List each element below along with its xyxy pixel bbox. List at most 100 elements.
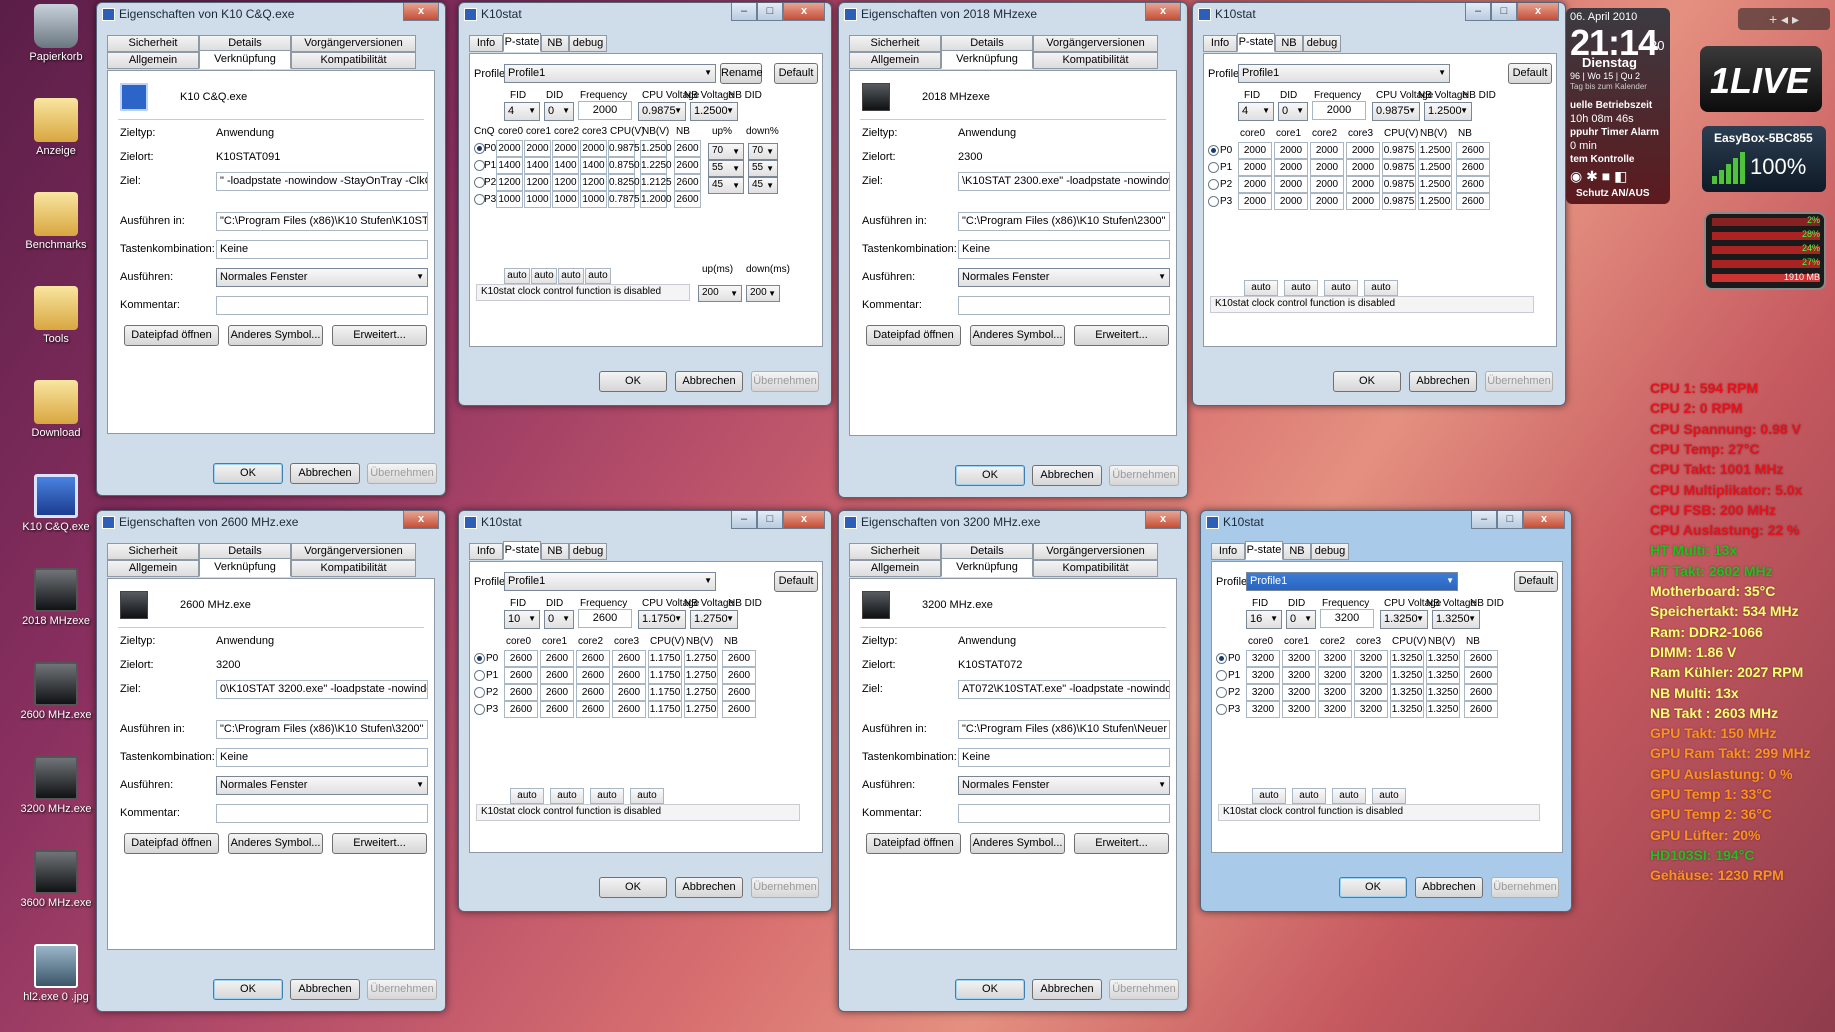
props4-cancel-button[interactable]: Abbrechen [1032,979,1102,1000]
k2-pstate-radio-1[interactable] [1208,162,1219,173]
desktop-icon-2600-mhz-shortcut[interactable]: 2600 MHz.exe [10,662,102,721]
k4-cell-2-6[interactable]: 2600 [1464,684,1498,701]
props1-cancel-button[interactable]: Abbrechen [290,463,360,484]
k4-cell-1-0[interactable]: 3200 [1246,667,1280,684]
k3-cell-1-1[interactable]: 2600 [540,667,574,684]
k1-close-icon[interactable]: x [783,3,825,21]
k4-cell-1-1[interactable]: 3200 [1282,667,1316,684]
k4-cell-1-2[interactable]: 3200 [1318,667,1352,684]
k3-pstate-radio-3[interactable] [474,704,485,715]
k3-cell-1-3[interactable]: 2600 [612,667,646,684]
props1-tab-sicherheit[interactable]: Sicherheit [107,35,199,52]
props3-change-icon-button[interactable]: Anderes Symbol... [228,833,323,854]
k2-cell-3-4[interactable]: 0.9875 [1382,193,1416,210]
k1-cell-0-6[interactable]: 2600 [674,140,701,157]
k3-cell-2-2[interactable]: 2600 [576,684,610,701]
props1-tab-allgemein[interactable]: Allgemein [107,52,199,69]
k4-ok-button[interactable]: OK [1339,877,1407,898]
k1-auto-button-1[interactable]: auto [531,268,557,284]
desktop-icon-hl2-jpg-file[interactable]: hl2.exe 0 .jpg [10,944,102,1003]
k4-did-select[interactable]: 0 [1286,610,1316,629]
props4-open-path-button[interactable]: Dateipfad öffnen [866,833,961,854]
k1-cell-0-4[interactable]: 0.9875 [608,140,640,157]
k2-cell-2-3[interactable]: 2000 [1346,176,1380,193]
k4-fid-select[interactable]: 16 [1246,610,1282,629]
k3-cell-1-5[interactable]: 1.2750 [684,667,718,684]
k4-pstate-radio-0[interactable] [1216,653,1227,664]
props3-tab-allgemein[interactable]: Allgemein [107,560,199,577]
props2-titlebar[interactable]: Eigenschaften von 2018 MHzexe [839,3,1187,27]
k3-pstate-radio-1[interactable] [474,670,485,681]
props2-close-icon[interactable]: x [1145,3,1181,21]
k3-cell-1-0[interactable]: 2600 [504,667,538,684]
props4-advanced-button[interactable]: Erweitert... [1074,833,1169,854]
k4-tab-nb[interactable]: NB [1283,543,1311,560]
props2-advanced-button[interactable]: Erweitert... [1074,325,1169,346]
props3-open-path-button[interactable]: Dateipfad öffnen [124,833,219,854]
k4-cell-3-2[interactable]: 3200 [1318,701,1352,718]
props1-run-select[interactable]: Normales Fenster [216,268,428,287]
k1-default-button[interactable]: Default [774,63,818,84]
k3-cell-2-1[interactable]: 2600 [540,684,574,701]
k3-cell-2-6[interactable]: 2600 [722,684,756,701]
k2-cell-1-0[interactable]: 2000 [1238,159,1272,176]
k1-tab-debug[interactable]: debug [569,35,607,52]
k1-cell-1-3[interactable]: 1400 [580,157,607,174]
cpu-meter-gadget[interactable]: 2% 28% 24% 27% 1910 MB [1704,212,1826,290]
props4-ok-button[interactable]: OK [955,979,1025,1000]
k1-minimize-icon[interactable]: – [731,3,757,21]
k2-cell-3-2[interactable]: 2000 [1310,193,1344,210]
props3-tab-sicherheit[interactable]: Sicherheit [107,543,199,560]
k4-auto-button-0[interactable]: auto [1252,788,1286,804]
k4-cell-1-5[interactable]: 1.3250 [1426,667,1460,684]
clock-protect[interactable]: Schutz AN/AUS [1576,188,1650,199]
k2-cell-2-5[interactable]: 1.2500 [1418,176,1452,193]
k1-cell-0-2[interactable]: 2000 [552,140,579,157]
desktop-icon-k10-cq-shortcut[interactable]: K10 C&Q.exe [10,474,102,533]
k3-cell-1-2[interactable]: 2600 [576,667,610,684]
k2-auto-button-1[interactable]: auto [1284,280,1318,296]
k2-default-button[interactable]: Default [1508,63,1552,84]
k4-tab-pstate[interactable]: P-state [1245,541,1283,560]
props2-apply-button[interactable]: Übernehmen [1109,465,1179,486]
k4-cell-2-4[interactable]: 1.3250 [1390,684,1424,701]
k4-cancel-button[interactable]: Abbrechen [1415,877,1483,898]
k2-cell-3-0[interactable]: 2000 [1238,193,1272,210]
k2-cell-1-2[interactable]: 2000 [1310,159,1344,176]
k3-cell-3-0[interactable]: 2600 [504,701,538,718]
k2-cell-1-6[interactable]: 2600 [1456,159,1490,176]
k2-cell-2-1[interactable]: 2000 [1274,176,1308,193]
k1-cell-1-6[interactable]: 2600 [674,157,701,174]
k3-cell-2-3[interactable]: 2600 [612,684,646,701]
k2-cell-3-1[interactable]: 2000 [1274,193,1308,210]
k1-tab-pstate[interactable]: P-state [503,33,541,52]
k2-cell-0-2[interactable]: 2000 [1310,142,1344,159]
k1-cell-1-0[interactable]: 1400 [496,157,523,174]
k4-cell-2-5[interactable]: 1.3250 [1426,684,1460,701]
k4-tab-info[interactable]: Info [1211,543,1245,560]
props4-ziel-input[interactable]: AT072\K10STAT.exe" -loadpstate -nowindow [958,680,1170,699]
k3-profile-select[interactable]: Profile1 [504,572,716,591]
k4-cell-0-6[interactable]: 2600 [1464,650,1498,667]
k4-cell-1-3[interactable]: 3200 [1354,667,1388,684]
desktop-icon-anzeige-folder[interactable]: Anzeige [10,98,102,157]
k1-auto-button-3[interactable]: auto [585,268,611,284]
k3-cell-3-3[interactable]: 2600 [612,701,646,718]
k1-cell-3-4[interactable]: 0.7875 [608,191,640,208]
k1-cell-1-2[interactable]: 1400 [552,157,579,174]
k3-close-icon[interactable]: x [783,511,825,529]
k2-minimize-icon[interactable]: – [1465,3,1491,21]
props3-apply-button[interactable]: Übernehmen [367,979,437,1000]
clock-gadget[interactable]: 06. April 2010 21:14 30 Dienstag 96 | Wo… [1566,8,1670,204]
k1-cell-1-4[interactable]: 0.8750 [608,157,640,174]
k2-did-select[interactable]: 0 [1278,102,1308,121]
k2-cell-2-0[interactable]: 2000 [1238,176,1272,193]
k4-tab-debug[interactable]: debug [1311,543,1349,560]
k1-auto-button-2[interactable]: auto [558,268,584,284]
k2-tab-pstate[interactable]: P-state [1237,33,1275,52]
k3-cpu-voltage-select[interactable]: 1.1750 [638,610,686,629]
props1-advanced-button[interactable]: Erweitert... [332,325,427,346]
k4-cpu-voltage-select[interactable]: 1.3250 [1380,610,1428,629]
k3-cell-0-0[interactable]: 2600 [504,650,538,667]
k1-cell-3-1[interactable]: 1000 [524,191,551,208]
